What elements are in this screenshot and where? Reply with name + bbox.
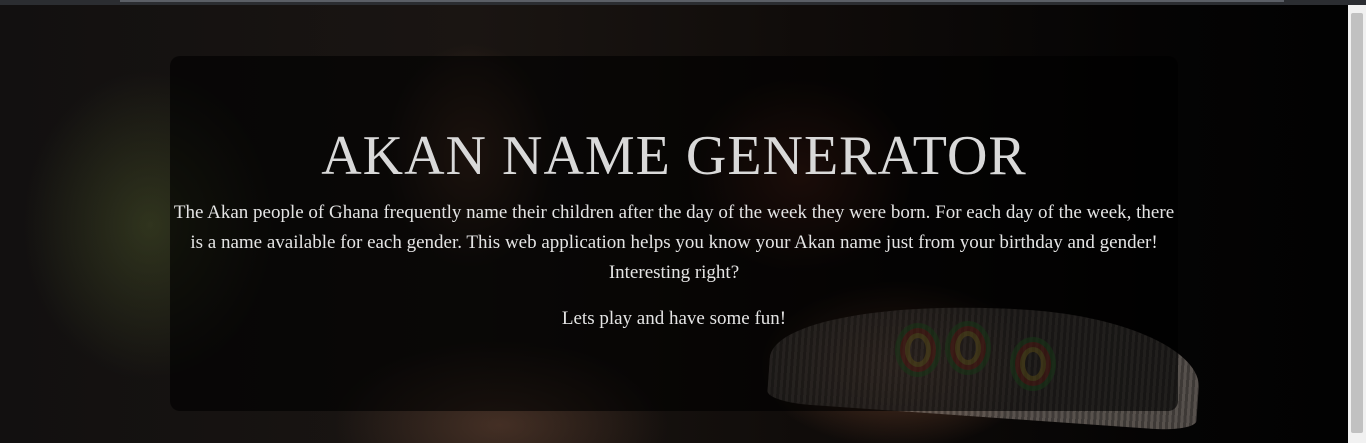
intro-paragraph: The Akan people of Ghana frequently name… xyxy=(173,202,1175,283)
browser-tab-hint xyxy=(120,0,1284,2)
page: AKAN NAME GENERATOR The Akan people of G… xyxy=(0,0,1366,443)
fun-tagline: Lets play and have some fun! xyxy=(561,308,787,329)
page-title: AKAN NAME GENERATOR xyxy=(321,125,1027,187)
page-scrollbar[interactable] xyxy=(1348,5,1366,443)
scrollbar-thumb[interactable] xyxy=(1351,13,1363,433)
hero-card: AKAN NAME GENERATOR The Akan people of G… xyxy=(170,56,1178,411)
